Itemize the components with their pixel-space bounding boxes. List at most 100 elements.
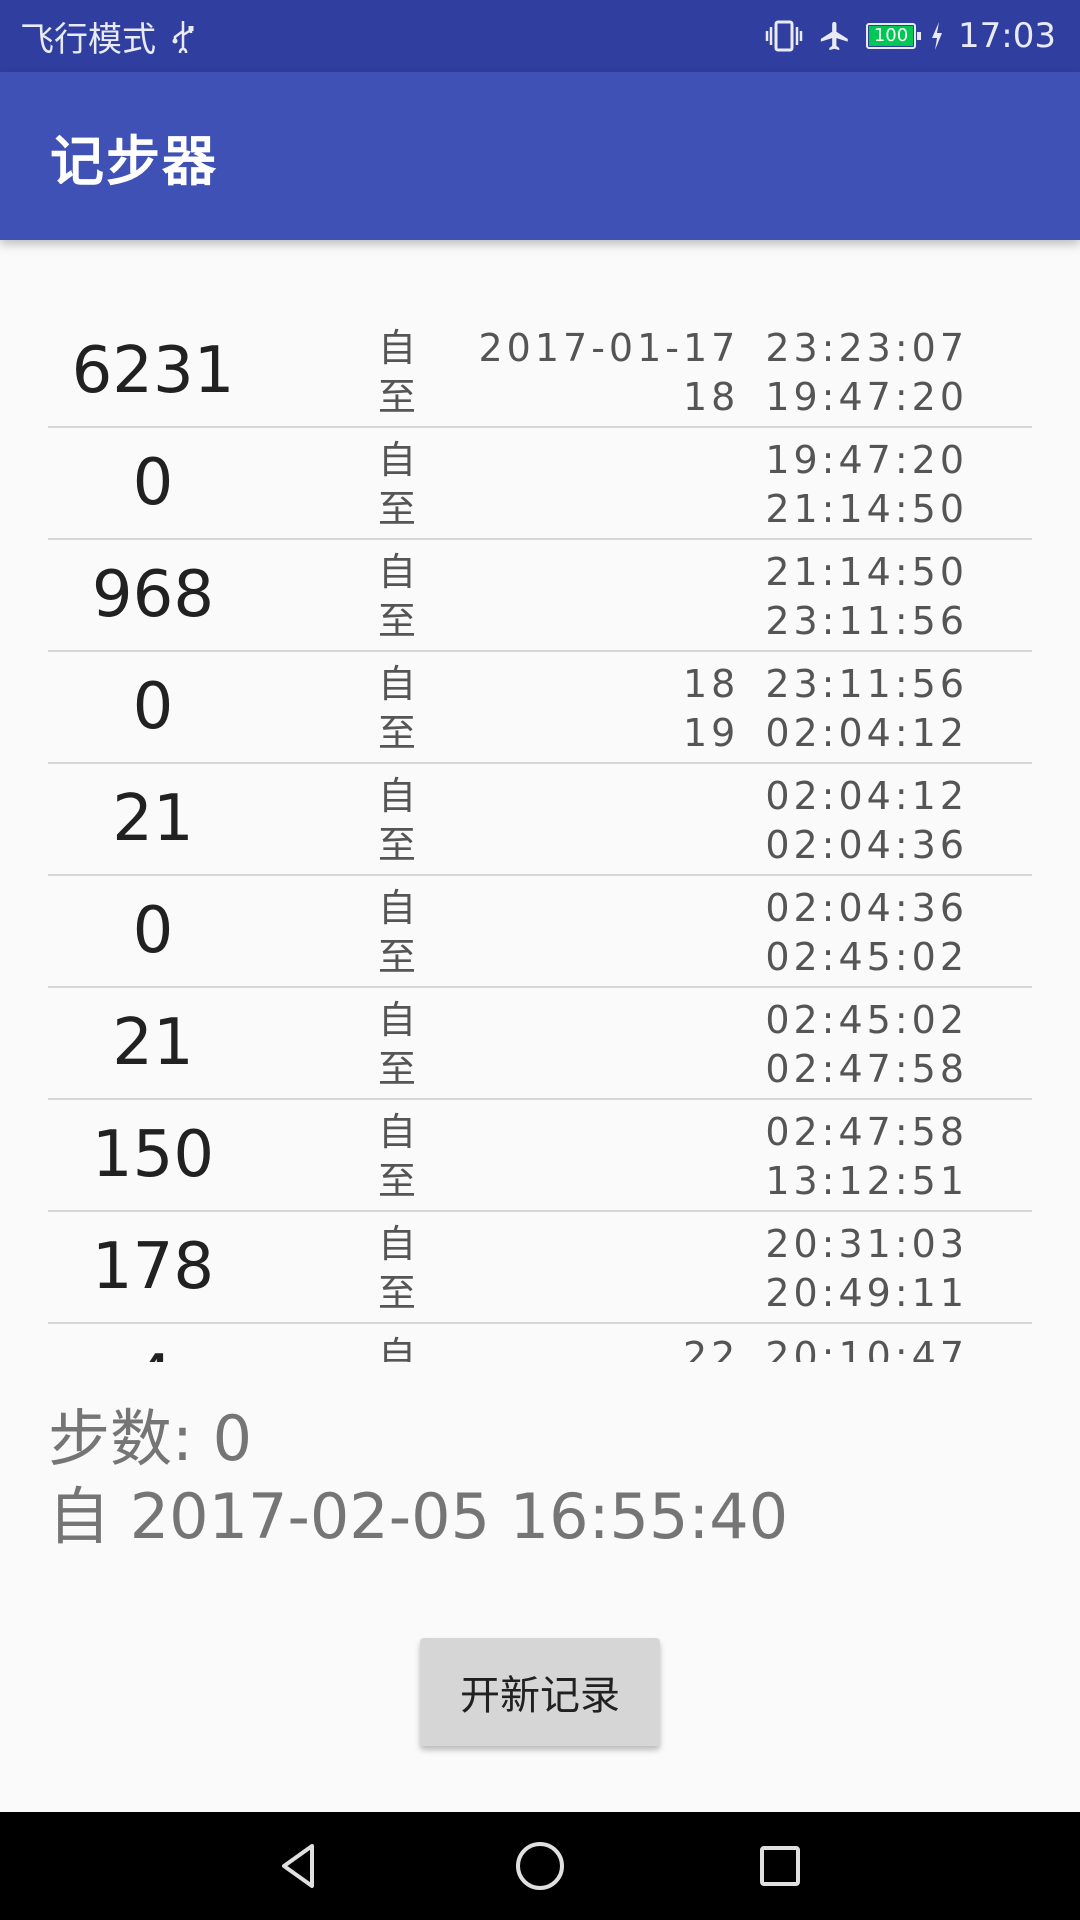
record-list[interactable]: 6231 自至 2017-01-17 23:23:07 18 19:47:20 0 自至 19:… <box>48 316 1032 1362</box>
status-time: 17:03 <box>958 16 1056 56</box>
record-row[interactable]: 6231 自至 2017-01-17 23:23:07 18 19:47:20 <box>48 316 1032 428</box>
airplane-mode-text: 飞行模式 <box>20 19 156 60</box>
record-steps: 21 <box>112 782 194 856</box>
from-time: 02:47:58 <box>765 1110 968 1154</box>
record-labels: 自至 <box>378 884 416 982</box>
record-times: 22 20:10:47 <box>428 1332 968 1362</box>
from-datetime: 19:47:20 <box>428 436 968 485</box>
to-label: 至 <box>378 599 417 643</box>
vibrate-icon <box>764 19 804 53</box>
from-datetime: 02:45:02 <box>428 996 968 1045</box>
from-label: 自 <box>378 774 417 818</box>
from-time: 20:10:47 <box>765 1334 968 1362</box>
record-labels: 自至 <box>378 996 416 1094</box>
to-label: 至 <box>378 487 417 531</box>
record-steps: 968 <box>91 558 215 632</box>
record-times: 21:14:50 23:11:56 <box>428 548 968 646</box>
record-row[interactable]: 0 自至 19:47:20 21:14:50 <box>48 428 1032 540</box>
to-datetime: 02:04:36 <box>428 821 968 870</box>
from-time: 19:47:20 <box>765 438 968 482</box>
to-time: 02:04:12 <box>765 711 968 755</box>
usb-icon <box>170 19 196 53</box>
record-times: 2017-01-17 23:23:07 18 19:47:20 <box>428 324 968 422</box>
to-date: 18 <box>682 375 740 419</box>
to-label: 至 <box>378 711 417 755</box>
record-times: 02:45:02 02:47:58 <box>428 996 968 1094</box>
to-datetime: 19 02:04:12 <box>428 709 968 758</box>
from-datetime: 02:04:36 <box>428 884 968 933</box>
to-time: 21:14:50 <box>765 487 968 531</box>
to-label: 至 <box>378 1271 417 1315</box>
from-label: 自 <box>378 1110 417 1154</box>
to-time: 02:45:02 <box>765 935 968 979</box>
record-row[interactable]: 0 自至 02:04:36 02:45:02 <box>48 876 1032 988</box>
record-times: 19:47:20 21:14:50 <box>428 436 968 534</box>
record-steps: 150 <box>91 1118 215 1192</box>
record-times: 02:04:36 02:45:02 <box>428 884 968 982</box>
record-labels: 自至 <box>378 324 416 422</box>
from-datetime: 22 20:10:47 <box>428 1332 968 1362</box>
record-times: 20:31:03 20:49:11 <box>428 1220 968 1318</box>
from-datetime: 21:14:50 <box>428 548 968 597</box>
record-row[interactable]: 968 自至 21:14:50 23:11:56 <box>48 540 1032 652</box>
record-steps: 0 <box>132 670 174 744</box>
to-label: 至 <box>378 1159 417 1203</box>
from-datetime: 2017-01-17 23:23:07 <box>428 324 968 373</box>
from-label: 自 <box>378 662 417 706</box>
from-date: 18 <box>682 662 740 706</box>
current-steps: 步数: 0 <box>48 1402 253 1475</box>
record-row[interactable]: 150 自至 02:47:58 13:12:51 <box>48 1100 1032 1212</box>
from-time: 02:45:02 <box>765 998 968 1042</box>
record-labels: 自至 <box>378 1220 416 1318</box>
battery-icon: 100 <box>866 23 922 49</box>
from-label: 自 <box>378 1222 417 1266</box>
to-label: 至 <box>378 375 417 419</box>
record-steps: 0 <box>132 446 174 520</box>
to-time: 13:12:51 <box>765 1159 968 1203</box>
from-time: 23:11:56 <box>765 662 968 706</box>
to-time: 20:49:11 <box>765 1271 968 1315</box>
from-datetime: 20:31:03 <box>428 1220 968 1269</box>
record-labels: 自至 <box>378 548 416 646</box>
new-record-button[interactable]: 开新记录 <box>420 1638 660 1746</box>
app-title: 记步器 <box>50 129 218 193</box>
recents-icon[interactable] <box>740 1826 820 1906</box>
from-time: 23:23:07 <box>765 326 968 370</box>
record-labels: 自至 <box>378 772 416 870</box>
from-date: 22 <box>682 1334 740 1362</box>
record-row[interactable]: 4 自 22 20:10:47 <box>48 1324 1032 1362</box>
from-time: 02:04:12 <box>765 774 968 818</box>
back-icon[interactable] <box>260 1826 340 1906</box>
record-times: 18 23:11:56 19 02:04:12 <box>428 660 968 758</box>
status-bar-right: 100 17:03 <box>764 16 1056 56</box>
to-label: 至 <box>378 1047 417 1091</box>
record-row[interactable]: 21 自至 02:04:12 02:04:36 <box>48 764 1032 876</box>
from-datetime: 18 23:11:56 <box>428 660 968 709</box>
record-row[interactable]: 0 自至 18 23:11:56 19 02:04:12 <box>48 652 1032 764</box>
from-time: 02:04:36 <box>765 886 968 930</box>
home-icon[interactable] <box>500 1826 580 1906</box>
record-times: 02:04:12 02:04:36 <box>428 772 968 870</box>
to-time: 19:47:20 <box>765 375 968 419</box>
record-labels: 自至 <box>378 436 416 534</box>
to-datetime: 02:45:02 <box>428 933 968 982</box>
record-steps: 0 <box>132 894 174 968</box>
from-date: 2017-01-17 <box>478 326 740 370</box>
from-label: 自 <box>378 550 417 594</box>
status-bar: 飞行模式 100 17:03 <box>0 0 1080 72</box>
to-datetime: 18 19:47:20 <box>428 373 968 422</box>
current-since: 自 2017-02-05 16:55:40 <box>48 1480 789 1553</box>
from-label: 自 <box>378 998 417 1042</box>
from-label: 自 <box>378 326 417 370</box>
from-datetime: 02:04:12 <box>428 772 968 821</box>
record-row[interactable]: 178 自至 20:31:03 20:49:11 <box>48 1212 1032 1324</box>
current-summary: 步数: 0 自 2017-02-05 16:55:40 <box>48 1400 788 1556</box>
to-date: 19 <box>682 711 740 755</box>
record-row[interactable]: 21 自至 02:45:02 02:47:58 <box>48 988 1032 1100</box>
status-bar-left: 飞行模式 <box>20 12 196 61</box>
to-time: 23:11:56 <box>765 599 968 643</box>
app-bar: 记步器 <box>0 72 1080 240</box>
to-datetime: 23:11:56 <box>428 597 968 646</box>
from-label: 自 <box>378 1334 417 1362</box>
to-datetime: 13:12:51 <box>428 1157 968 1206</box>
